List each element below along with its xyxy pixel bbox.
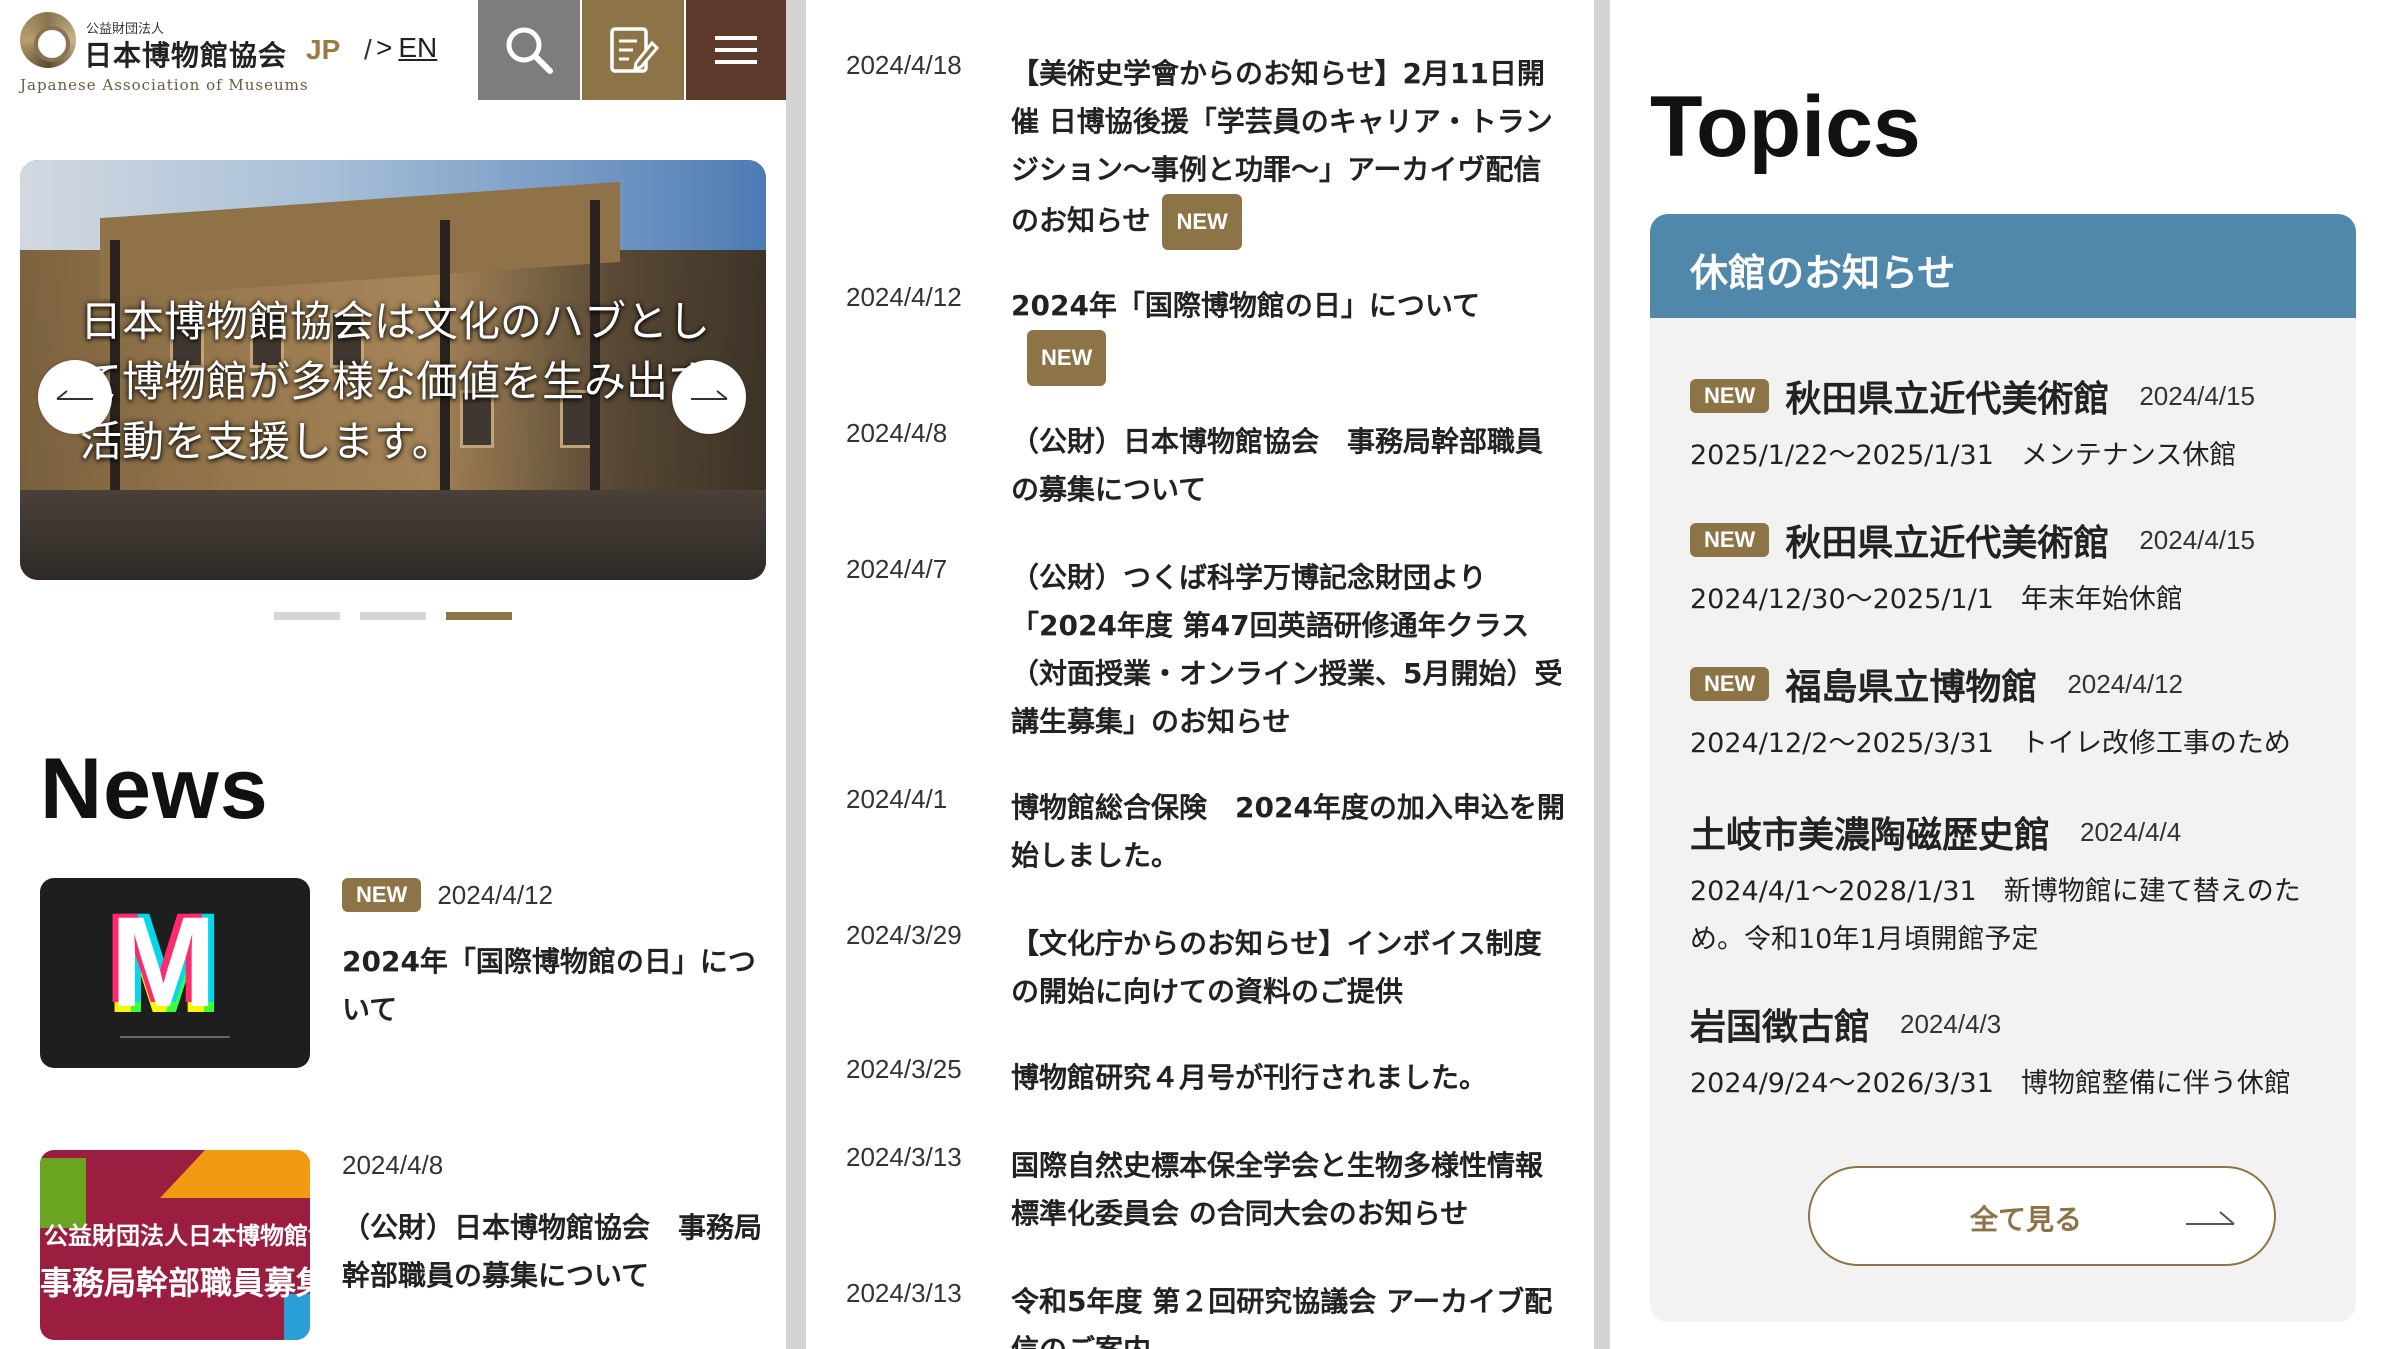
menu-button[interactable] <box>686 0 786 100</box>
slider-next-button[interactable] <box>672 360 746 434</box>
news-link-text: 【美術史学會からのお知らせ】2月11日開催 日博協後援「学芸員のキャリア・トラン… <box>1011 57 1553 237</box>
news-link[interactable]: 2024年「国際博物館の日」について NEW <box>1011 282 1566 386</box>
museum-name[interactable]: 岩国徴古館 <box>1690 998 1870 1050</box>
slider-dots <box>274 612 512 620</box>
new-badge: NEW <box>1690 667 1770 701</box>
logo-subtitle: Japanese Association of Museums <box>20 76 309 94</box>
lang-en-link[interactable]: EN <box>398 32 437 63</box>
news-link[interactable]: 【文化庁からのお知らせ】インボイス制度の開始に向けての資料のご提供 <box>1011 920 1566 1016</box>
search-icon <box>506 27 553 74</box>
logo-slash: / <box>364 34 372 65</box>
entry-button[interactable] <box>582 0 684 100</box>
language-switch-en[interactable]: > EN <box>376 32 437 64</box>
news-date: 2024/4/7 <box>846 554 948 584</box>
arrow-right-icon <box>691 390 728 400</box>
hero-ground <box>20 490 766 580</box>
museum-name[interactable]: 秋田県立近代美術館 <box>1785 370 2109 422</box>
see-all-button[interactable]: 全て見る <box>1808 1166 2276 1266</box>
news-link[interactable]: 博物館総合保険 2024年度の加入申込を開始しました。 <box>1011 784 1566 880</box>
search-button[interactable] <box>478 0 580 100</box>
slider-dot[interactable] <box>274 612 340 620</box>
topic-item[interactable]: 土岐市美濃陶磁歴史館 2024/4/4 2024/4/1～2028/1/31 新… <box>1690 806 2330 964</box>
topics-panel: Topics 休館のお知らせ NEW 秋田県立近代美術館 2024/4/15 2… <box>1610 0 2400 1349</box>
hero-slider: 日本博物館協会は文化のハブとして博物館が多様な価値を生み出す活動を支援します。 <box>20 160 766 580</box>
thumbnail-text: 事務局幹部職員募集 <box>40 1264 310 1302</box>
left-panel: 公益財団法人 日本博物館協会 JP / Japanese Association… <box>0 0 786 1349</box>
news-date: 2024/3/13 <box>846 1142 962 1172</box>
topic-date: 2024/4/15 <box>2139 524 2256 555</box>
logo-mark-icon <box>20 12 76 68</box>
topic-item[interactable]: NEW 秋田県立近代美術館 2024/4/15 2025/1/22～2025/1… <box>1690 370 2330 480</box>
news-thumbnail: M <box>40 878 310 1068</box>
news-heading: News <box>40 741 269 837</box>
slider-dot[interactable] <box>360 612 426 620</box>
topic-item[interactable]: NEW 秋田県立近代美術館 2024/4/15 2024/12/30～2025/… <box>1690 514 2330 624</box>
news-link[interactable]: （公財）つくば科学万博記念財団より「2024年度 第47回英語研修通年クラス（対… <box>1011 554 1566 746</box>
news-link[interactable]: 国際自然史標本保全学会と生物多様性情報標準化委員会 の合同大会のお知らせ <box>1011 1142 1566 1238</box>
news-link[interactable]: 【美術史学會からのお知らせ】2月11日開催 日博協後援「学芸員のキャリア・トラン… <box>1011 50 1566 250</box>
news-date: 2024/4/12 <box>846 282 962 312</box>
news-link[interactable]: 博物館研究４月号が刊行されました。 <box>1011 1054 1566 1102</box>
museum-name[interactable]: 秋田県立近代美術館 <box>1785 514 2109 566</box>
edit-document-icon <box>610 27 660 73</box>
news-date: 2024/4/12 <box>437 879 553 910</box>
arrow-left-icon <box>56 390 93 400</box>
news-date: 2024/4/8 <box>846 418 948 448</box>
new-badge: NEW <box>342 878 422 912</box>
thumbnail-shape <box>160 1150 310 1198</box>
topic-date: 2024/4/15 <box>2139 380 2256 411</box>
news-date: 2024/3/25 <box>846 1054 962 1084</box>
topic-date: 2024/4/4 <box>2080 816 2182 847</box>
news-list-panel: 2024/4/18 【美術史学會からのお知らせ】2月11日開催 日博協後援「学芸… <box>806 0 1594 1349</box>
topic-description: 2024/12/30～2025/1/1 年末年始休館 <box>1690 584 2183 615</box>
news-link[interactable]: 令和5年度 第２回研究協議会 アーカイブ配信のご案内 <box>1011 1278 1566 1349</box>
museum-name[interactable]: 土岐市美濃陶磁歴史館 <box>1690 806 2050 858</box>
new-badge: NEW <box>1690 523 1770 557</box>
news-date: 2024/4/1 <box>846 784 948 814</box>
news-link[interactable]: （公財）日本博物館協会 事務局幹部職員の募集について <box>1011 418 1566 514</box>
hamburger-menu-icon <box>715 36 757 64</box>
topic-description: 2024/9/24～2026/3/31 博物館整備に伴う休館 <box>1690 1068 2291 1099</box>
topic-description: 2024/4/1～2028/1/31 新博物館に建て替えのため。令和10年1月頃… <box>1690 876 2301 955</box>
slider-dot-active[interactable] <box>446 612 512 620</box>
news-meta: 2024/4/8 <box>342 1150 443 1181</box>
arrow-right-icon <box>2186 1211 2235 1225</box>
closure-notice-heading: 休館のお知らせ <box>1650 214 2356 318</box>
topic-item[interactable]: 岩国徴古館 2024/4/3 2024/9/24～2026/3/31 博物館整備… <box>1690 998 2330 1108</box>
museum-name[interactable]: 福島県立博物館 <box>1785 658 2037 710</box>
news-date: 2024/3/29 <box>846 920 962 950</box>
news-thumbnail: 公益財団法人日本博物館協会 事務局幹部職員募集 <box>40 1150 310 1340</box>
logo-jp-text: JP <box>306 34 341 65</box>
hero-caption: 日本博物館協会は文化のハブとして博物館が多様な価値を生み出す活動を支援します。 <box>80 297 711 466</box>
news-date: 2024/4/18 <box>846 50 962 80</box>
news-link-text: 2024年「国際博物館の日」について <box>1011 289 1481 322</box>
see-all-label: 全て見る <box>1970 1203 2083 1236</box>
topic-description: 2024/12/2～2025/3/31 トイレ改修工事のため <box>1690 728 2291 759</box>
news-card[interactable]: M NEW 2024/4/12 2024年「国際博物館の日」について <box>40 878 770 1078</box>
news-date: 2024/3/13 <box>846 1278 962 1308</box>
topics-box: 休館のお知らせ NEW 秋田県立近代美術館 2024/4/15 2025/1/2… <box>1650 214 2356 1322</box>
news-date: 2024/4/8 <box>342 1150 444 1180</box>
logo-main-text: 日本博物館協会 <box>84 39 288 72</box>
new-badge: NEW <box>1690 379 1770 413</box>
chevron-right-icon: > <box>376 32 393 63</box>
news-card[interactable]: 公益財団法人日本博物館協会 事務局幹部職員募集 2024/4/8 （公財）日本博… <box>40 1150 770 1349</box>
topic-date: 2024/4/3 <box>1900 1008 2002 1039</box>
thumbnail-letter: M <box>110 891 217 1034</box>
topics-heading: Topics <box>1650 79 1921 175</box>
topic-date: 2024/4/12 <box>2067 668 2184 699</box>
new-badge: NEW <box>1027 330 1107 386</box>
news-meta: NEW 2024/4/12 <box>342 878 553 912</box>
topic-description: 2025/1/22～2025/1/31 メンテナンス休館 <box>1690 440 2237 471</box>
slider-prev-button[interactable] <box>38 360 112 434</box>
thumbnail-text: 公益財団法人日本博物館協会 <box>44 1222 310 1250</box>
news-link[interactable]: 2024年「国際博物館の日」について <box>342 938 772 1034</box>
new-badge: NEW <box>1162 194 1242 250</box>
thumbnail-decoration <box>120 1036 230 1060</box>
topic-item[interactable]: NEW 福島県立博物館 2024/4/12 2024/12/2～2025/3/3… <box>1690 658 2330 768</box>
news-link[interactable]: （公財）日本博物館協会 事務局幹部職員の募集について <box>342 1204 772 1300</box>
